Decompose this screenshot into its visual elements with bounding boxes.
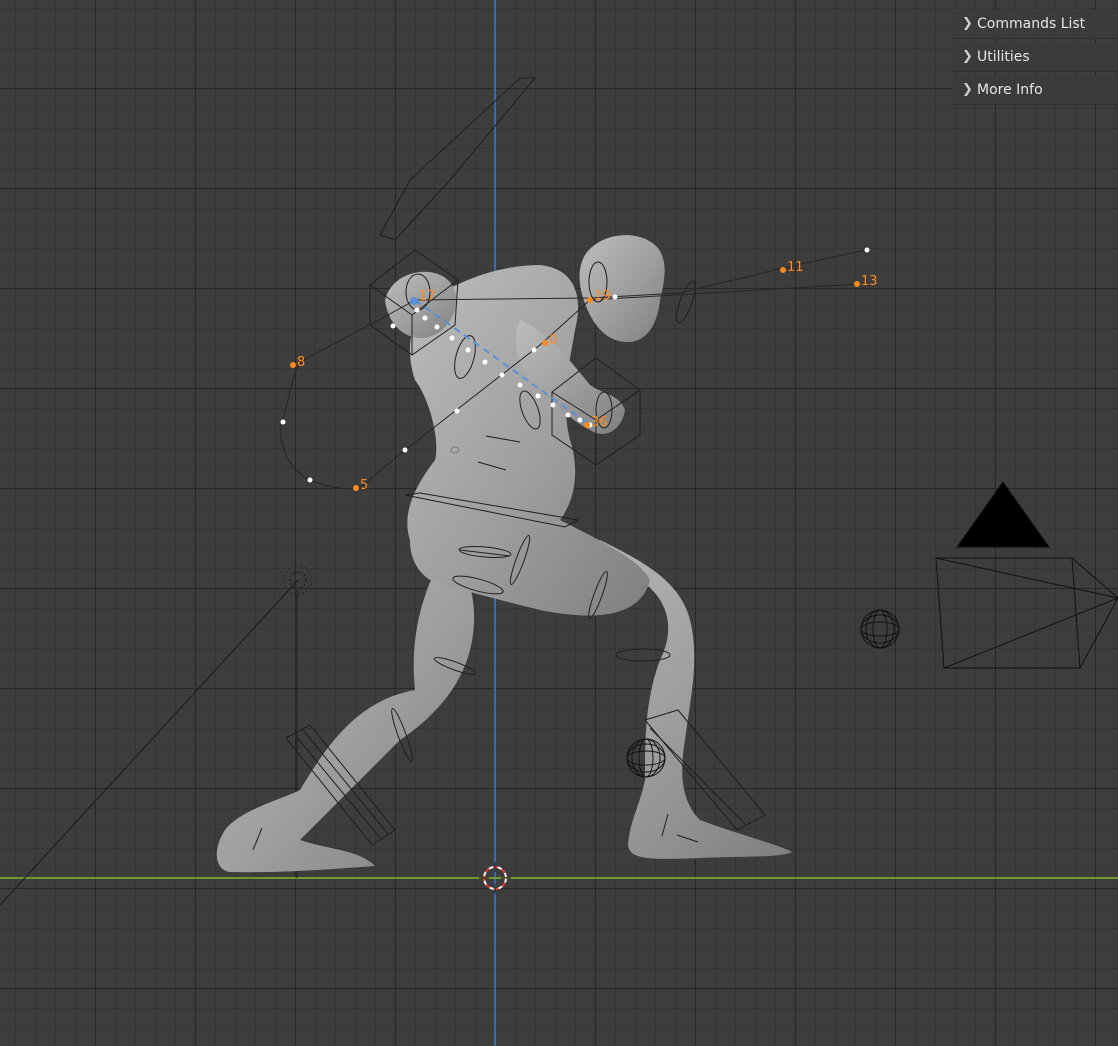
chevron-right-icon: ❯ [962, 49, 973, 64]
empty-sphere-right[interactable] [860, 609, 900, 649]
panel-label: Commands List [977, 16, 1086, 32]
panel-commands-list[interactable]: ❯ Commands List [952, 10, 1118, 39]
control-point-11[interactable]: 11 [780, 260, 804, 275]
chevron-right-icon: ❯ [962, 82, 973, 97]
back-leg [216, 560, 475, 873]
camera-up-triangle [956, 481, 1050, 548]
camera-frame [935, 557, 1081, 669]
svg-text:19: 19 [594, 289, 611, 304]
chevron-right-icon: ❯ [962, 16, 973, 31]
panel-more-info[interactable]: ❯ More Info [952, 76, 1118, 105]
ik-chain-points[interactable] [280, 247, 870, 483]
control-point-8[interactable]: 8 [290, 355, 305, 370]
head [579, 235, 665, 343]
arm-pole-bone[interactable] [379, 77, 537, 241]
svg-text:17: 17 [419, 289, 436, 304]
panel-label: More Info [977, 82, 1043, 98]
control-point-13[interactable]: 13 [854, 274, 878, 289]
svg-text:8: 8 [297, 355, 305, 370]
svg-text:13: 13 [861, 274, 878, 289]
panel-label: Utilities [977, 49, 1030, 65]
panel-utilities[interactable]: ❯ Utilities [952, 43, 1118, 72]
svg-text:36: 36 [591, 415, 608, 430]
svg-text:11: 11 [787, 260, 804, 275]
knee-ring[interactable] [615, 648, 671, 662]
3d-viewport[interactable]: 11 13 8 5 0 36 17 19 ❯ Commands List ❯ U… [0, 0, 1118, 1046]
svg-text:5: 5 [360, 478, 368, 493]
camera-object[interactable] [935, 481, 1118, 669]
control-point-5[interactable]: 5 [353, 478, 368, 493]
character-mesh[interactable] [216, 235, 792, 873]
viewport-scene[interactable]: 11 13 8 5 0 36 17 19 [0, 0, 1118, 1046]
svg-text:0: 0 [549, 333, 557, 348]
sidebar-panel: ❯ Commands List ❯ Utilities ❯ More Info [952, 0, 1118, 108]
neck-ring[interactable] [673, 279, 699, 324]
